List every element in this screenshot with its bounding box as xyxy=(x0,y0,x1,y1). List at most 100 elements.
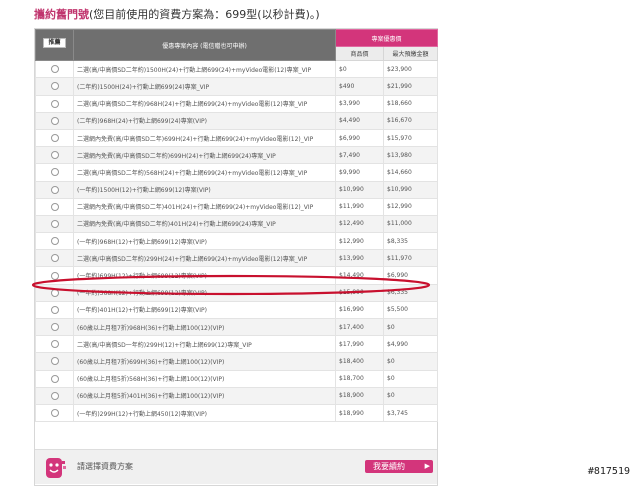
plan-row[interactable]: 二選網內免費(高/中高價SD二年)401H(24)+行動上網699(24)+my… xyxy=(35,197,439,216)
plan-max-prepay: $0 xyxy=(382,352,439,371)
plan-row[interactable]: (60歲以上月租7折)968H(36)+行動上網100(12)(VIP) $17,… xyxy=(35,317,439,337)
recommend-column-header: 推薦 xyxy=(35,28,74,62)
plan-row[interactable]: (一年約)968H(12)+行動上網699(12)專案(VIP) $12,990 $… xyxy=(35,232,439,251)
plan-max-prepay: $15,970 xyxy=(382,128,439,148)
plan-content: 二選(高/中高價SD二年約)968H(24)+行動上網699(24)+myVid… xyxy=(73,94,336,113)
plan-row[interactable]: (二年約)968H(24)+行動上網699(24)專案(VIP) $4,490 $1… xyxy=(35,111,439,130)
plan-radio[interactable] xyxy=(50,202,59,211)
plan-radio[interactable] xyxy=(50,409,59,418)
plan-radio-cell[interactable] xyxy=(35,335,74,354)
plan-row[interactable]: (一年約)401H(12)+行動上網699(12)專案(VIP) $16,990 $… xyxy=(35,300,439,320)
plan-radio-cell[interactable] xyxy=(35,283,74,302)
plan-price: $16,990 xyxy=(335,300,384,320)
plan-radio[interactable] xyxy=(50,271,59,280)
plan-row[interactable]: 二選(高/中高價SD二年約)568H(24)+行動上網699(24)+myVid… xyxy=(35,163,439,182)
plan-row[interactable]: (一年約)299H(12)+行動上網450(12)專案(VIP) $18,990 $… xyxy=(35,403,439,423)
plan-content: (一年約)968H(12)+行動上網699(12)專案(VIP) xyxy=(73,232,336,251)
plan-max-prepay: $0 xyxy=(382,369,439,388)
plan-row[interactable]: (一年約)568H(12)+行動上網699(12)專案(VIP) $15,990 $… xyxy=(35,283,439,302)
plan-radio[interactable] xyxy=(50,151,59,160)
plan-content: (一年約)1500H(12)+行動上網699(12)專案(VIP) xyxy=(73,180,336,199)
plan-radio-cell[interactable] xyxy=(35,180,74,199)
plan-price: $4,490 xyxy=(335,111,384,130)
price-column-header: 商品價 xyxy=(335,46,384,62)
plan-row[interactable]: 二選(高/中高價SD二年約)299H(24)+行動上網699(24)+myVid… xyxy=(35,249,439,268)
plan-radio-cell[interactable] xyxy=(35,146,74,165)
plan-radio-cell[interactable] xyxy=(35,214,74,234)
plan-radio[interactable] xyxy=(50,82,59,91)
plan-row[interactable]: (60歲以上月租5折)401H(36)+行動上網100(12)(VIP) $18,… xyxy=(35,386,439,405)
plan-radio[interactable] xyxy=(50,254,59,263)
footer-bar: 請選擇資費方案 我要續約 ▶ xyxy=(35,449,437,484)
plan-row[interactable]: 二選(高/中高價SD二年約)968H(24)+行動上網699(24)+myVid… xyxy=(35,94,439,113)
plan-radio-cell[interactable] xyxy=(35,403,74,423)
plan-row[interactable]: 二選(高/中高價SD二年約)1500H(24)+行動上網699(24)+myVi… xyxy=(35,60,439,79)
header-label: 攜約舊門號 xyxy=(34,8,89,21)
plan-content: 二選(高/中高價SD二年約)568H(24)+行動上網699(24)+myVid… xyxy=(73,163,336,182)
plan-radio[interactable] xyxy=(50,237,59,246)
renew-contract-button[interactable]: 我要續約 ▶ xyxy=(365,460,433,473)
plan-content: (60歲以上月租5折)568H(36)+行動上網100(12)(VIP) xyxy=(73,369,336,388)
arrow-right-icon: ▶ xyxy=(424,462,430,470)
plan-radio-cell[interactable] xyxy=(35,163,74,182)
plan-price: $18,900 xyxy=(335,386,384,405)
plan-radio-cell[interactable] xyxy=(35,300,74,320)
plan-radio[interactable] xyxy=(50,357,59,366)
plan-radio-cell[interactable] xyxy=(35,77,74,96)
plan-radio[interactable] xyxy=(50,134,59,143)
plan-radio-cell[interactable] xyxy=(35,266,74,285)
plan-radio-cell[interactable] xyxy=(35,249,74,268)
plan-radio[interactable] xyxy=(50,340,59,349)
plan-radio[interactable] xyxy=(50,391,59,400)
plan-radio-cell[interactable] xyxy=(35,128,74,148)
plan-content: (60歲以上月租5折)401H(36)+行動上網100(12)(VIP) xyxy=(73,386,336,405)
plan-radio[interactable] xyxy=(50,323,59,332)
plan-radio-cell[interactable] xyxy=(35,352,74,371)
plan-price: $17,400 xyxy=(335,317,384,337)
plan-radio[interactable] xyxy=(50,116,59,125)
plan-price: $18,990 xyxy=(335,403,384,423)
plan-radio-cell[interactable] xyxy=(35,232,74,251)
plan-max-prepay: $6,990 xyxy=(382,266,439,285)
header-current-plan: (您目前使用的資費方案為：699型(以秒計費)。) xyxy=(89,8,320,21)
plan-row[interactable]: (60歲以上月租5折)568H(36)+行動上網100(12)(VIP) $18,… xyxy=(35,369,439,388)
plan-content: (二年約)968H(24)+行動上網699(24)專案(VIP) xyxy=(73,111,336,130)
plan-price: $10,990 xyxy=(335,180,384,199)
plan-radio-cell[interactable] xyxy=(35,111,74,130)
plan-radio[interactable] xyxy=(50,374,59,383)
plan-radio[interactable] xyxy=(50,99,59,108)
plan-row[interactable]: 二選網內免費(高/中高價SD二年約)401H(24)+行動上網699(24)專案… xyxy=(35,214,439,234)
plan-row[interactable]: 二選網內免費(高/中高價SD二年)699H(24)+行動上網699(24)+my… xyxy=(35,128,439,148)
plan-content: 二選(高/中高價SD二年約)1500H(24)+行動上網699(24)+myVi… xyxy=(73,60,336,79)
plan-row[interactable]: (二年約)1500H(24)+行動上網699(24)專案_VIP $490 $21,… xyxy=(35,77,439,96)
plan-row[interactable]: 二選網內免費(高/中高價SD二年約)699H(24)+行動上網699(24)專案… xyxy=(35,146,439,165)
plan-row[interactable]: 二選(高/中高價SD一年約)299H(12)+行動上網699(12)專案_VIP… xyxy=(35,335,439,354)
plan-radio-cell[interactable] xyxy=(35,369,74,388)
plan-max-prepay: $12,990 xyxy=(382,197,439,216)
plan-content: (一年約)568H(12)+行動上網699(12)專案(VIP) xyxy=(73,283,336,302)
select-plan-prompt: 請選擇資費方案 xyxy=(77,462,133,471)
plan-radio-cell[interactable] xyxy=(35,94,74,113)
plan-row[interactable]: (一年約)699H(12)+行動上網699(12)專案(VIP) $14,490 $… xyxy=(35,266,439,285)
plan-row[interactable]: (一年約)1500H(12)+行動上網699(12)專案(VIP) $10,990… xyxy=(35,180,439,199)
plan-radio-cell[interactable] xyxy=(35,317,74,337)
plan-content: (二年約)1500H(24)+行動上網699(24)專案_VIP xyxy=(73,77,336,96)
plan-radio[interactable] xyxy=(50,288,59,297)
plan-row[interactable]: (60歲以上月租7折)699H(36)+行動上網100(12)(VIP) $18,… xyxy=(35,352,439,371)
plan-price: $17,990 xyxy=(335,335,384,354)
plan-radio-cell[interactable] xyxy=(35,60,74,79)
plan-radio[interactable] xyxy=(50,219,59,228)
plan-radio[interactable] xyxy=(50,168,59,177)
plan-content: 二選網內免費(高/中高價SD二年)401H(24)+行動上網699(24)+my… xyxy=(73,197,336,216)
plan-radio-cell[interactable] xyxy=(35,386,74,405)
plan-max-prepay: $5,500 xyxy=(382,300,439,320)
plan-radio[interactable] xyxy=(50,65,59,74)
plan-radio-cell[interactable] xyxy=(35,197,74,216)
plan-max-prepay: $3,745 xyxy=(382,403,439,423)
plan-content: 二選(高/中高價SD一年約)299H(12)+行動上網699(12)專案_VIP xyxy=(73,335,336,354)
plan-price: $7,490 xyxy=(335,146,384,165)
plan-radio[interactable] xyxy=(50,305,59,314)
plan-content: 二選(高/中高價SD二年約)299H(24)+行動上網699(24)+myVid… xyxy=(73,249,336,268)
plan-max-prepay: $4,990 xyxy=(382,335,439,354)
plan-radio[interactable] xyxy=(50,185,59,194)
